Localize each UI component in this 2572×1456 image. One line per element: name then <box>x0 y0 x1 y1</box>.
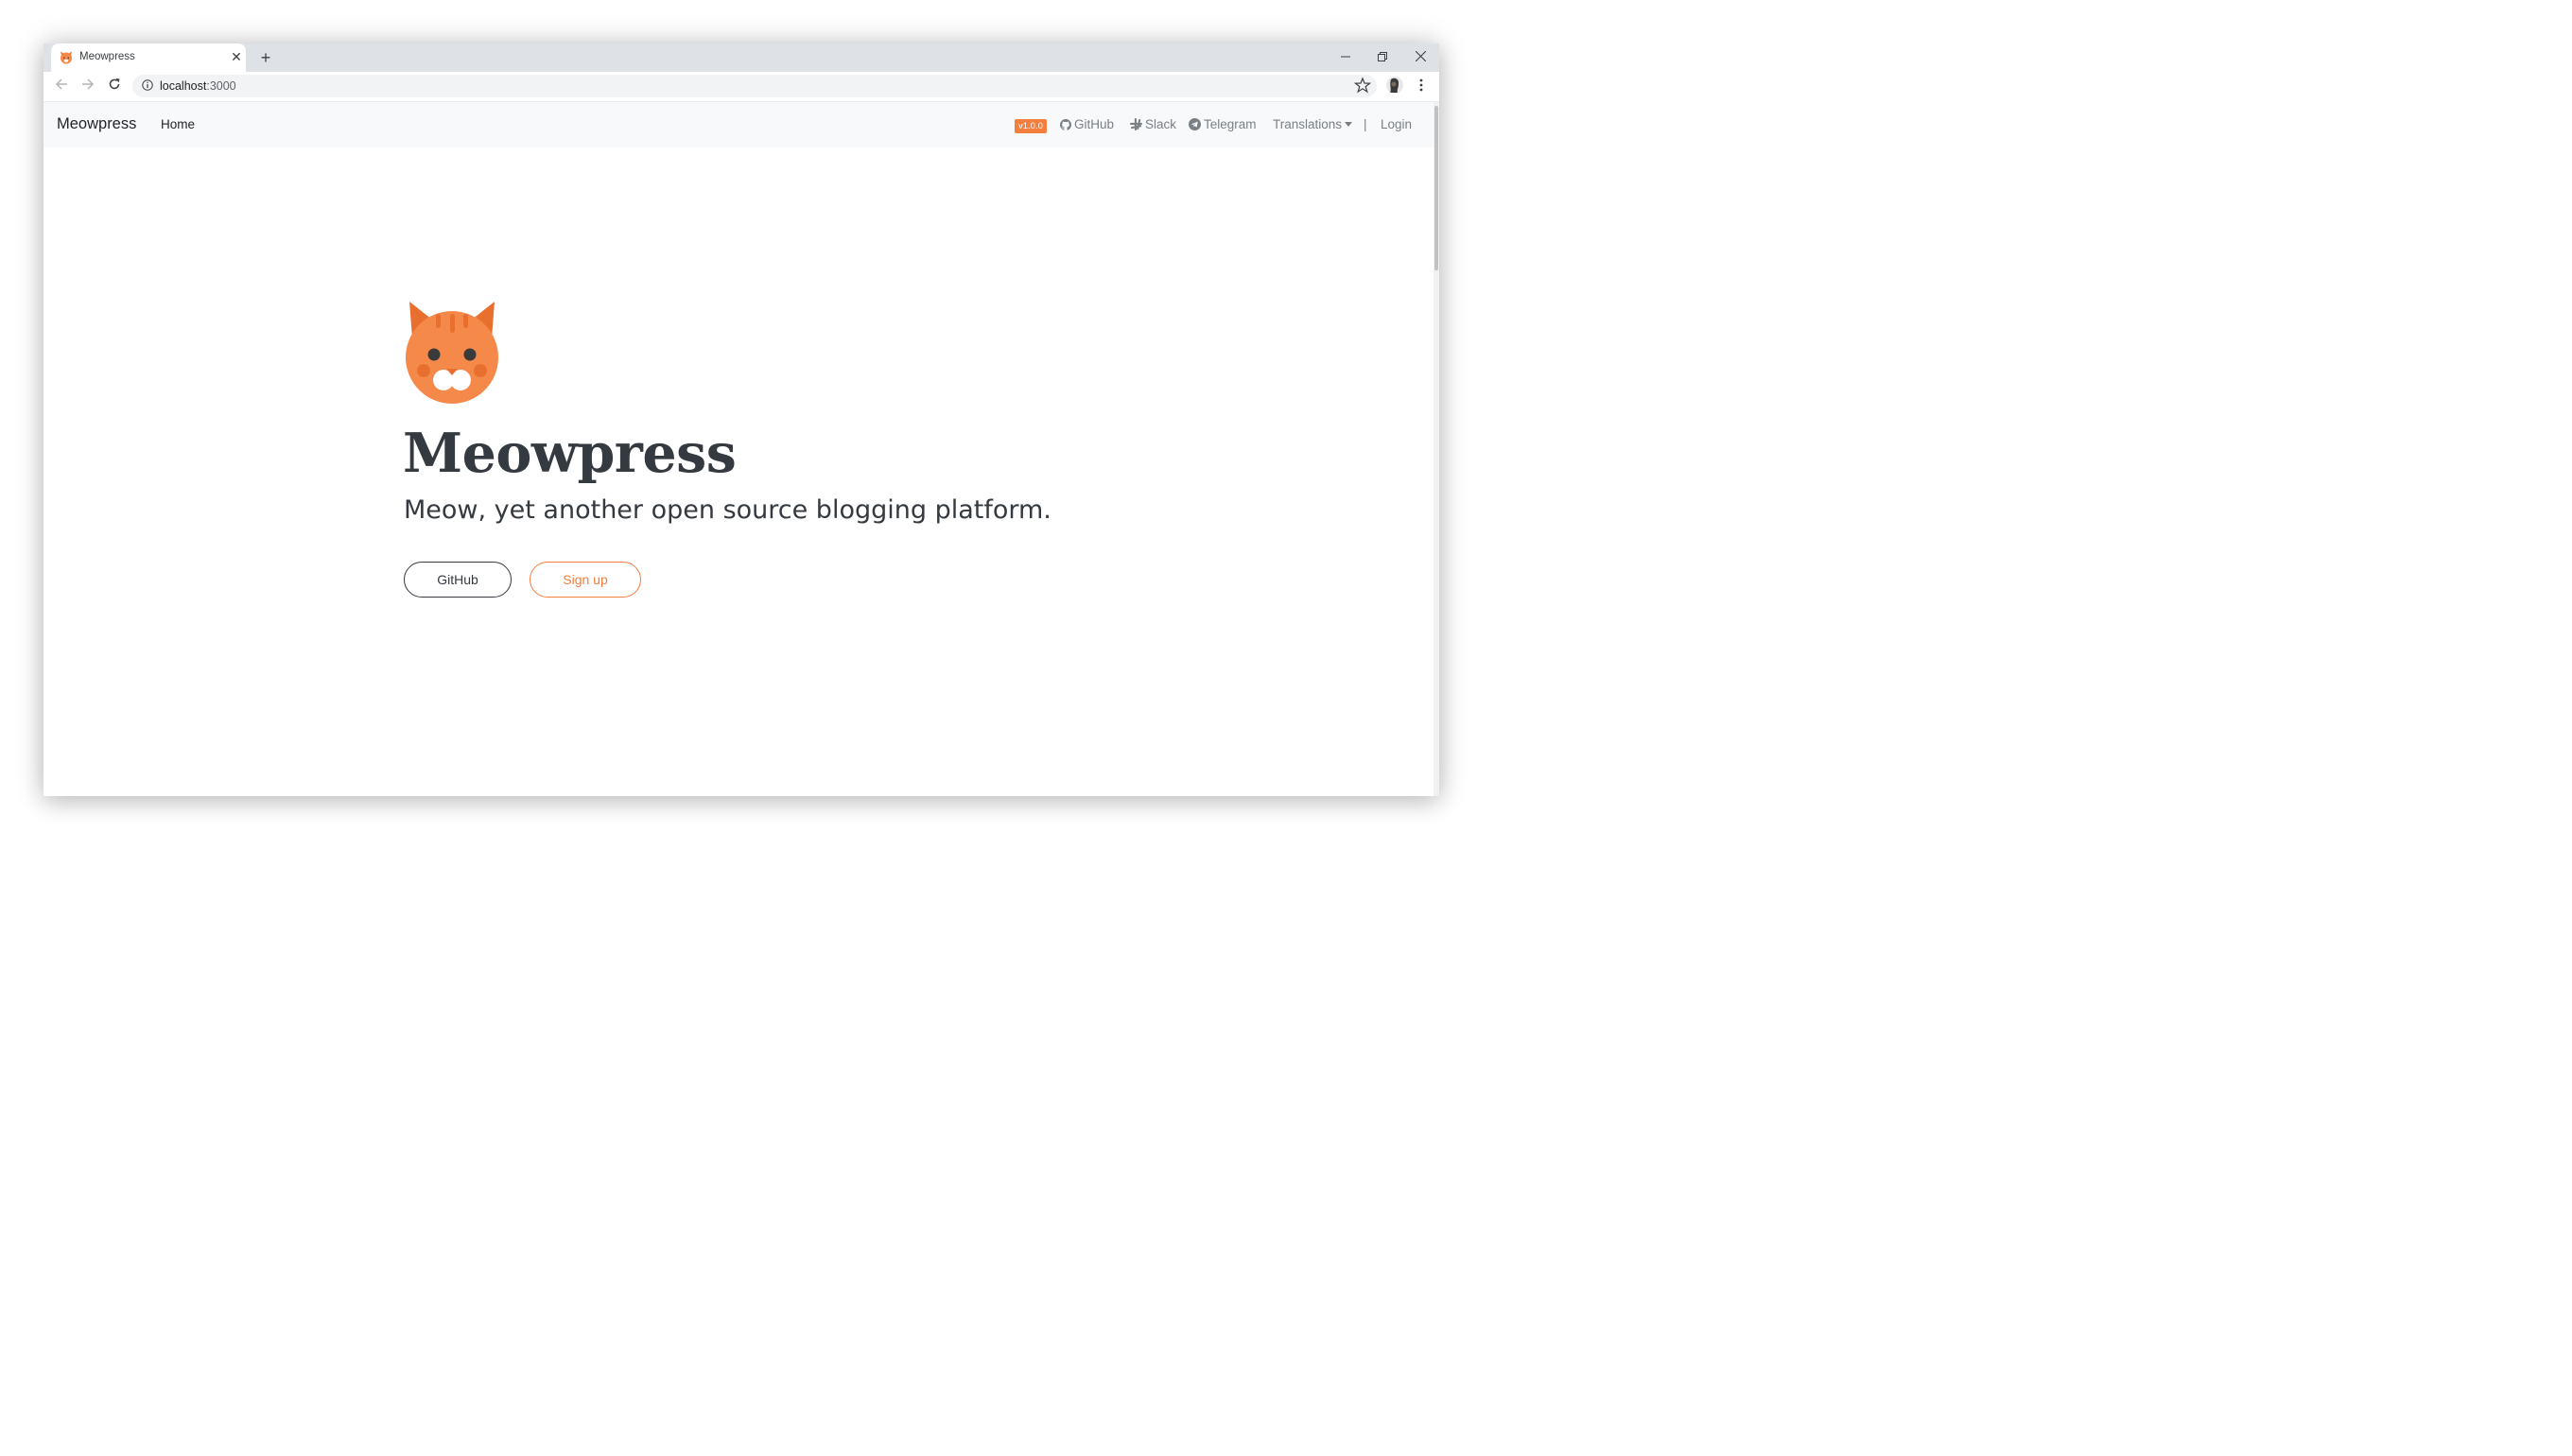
address-bar[interactable]: localhost:3000 <box>132 75 1377 97</box>
profile-avatar[interactable] <box>1386 77 1403 94</box>
reload-icon[interactable] <box>105 78 124 96</box>
star-icon[interactable] <box>1354 77 1371 94</box>
nav-telegram-label: Telegram <box>1204 117 1257 131</box>
forward-icon[interactable] <box>78 78 97 96</box>
title-bar: Meowpress ✕ + <box>43 43 1439 72</box>
browser-toolbar: localhost:3000 <box>43 72 1439 102</box>
tab-title: Meowpress <box>79 51 135 62</box>
signup-button[interactable]: Sign up <box>530 562 641 598</box>
browser-tab[interactable]: Meowpress ✕ <box>51 43 246 72</box>
page-viewport: Meowpress Home v1.0.0 GitHub Slack Teleg… <box>43 102 1439 796</box>
slack-icon <box>1130 118 1142 130</box>
nav-link-login[interactable]: Login <box>1381 117 1412 131</box>
window-close-icon[interactable] <box>1407 46 1434 69</box>
url-port: :3000 <box>206 79 236 93</box>
site-navbar: Meowpress Home v1.0.0 GitHub Slack Teleg… <box>43 102 1434 147</box>
browser-window: Meowpress ✕ + localhost:3000 Meowpress H… <box>43 43 1439 796</box>
version-badge: v1.0.0 <box>1015 119 1047 133</box>
nav-separator: | <box>1364 117 1367 131</box>
scrollbar-thumb[interactable] <box>1434 106 1438 270</box>
plus-icon[interactable]: + <box>256 48 275 67</box>
url-host: localhost <box>160 79 207 93</box>
hero-subtitle: Meow, yet another open source blogging p… <box>404 495 1051 525</box>
github-icon <box>1060 119 1071 130</box>
minimize-icon[interactable] <box>1332 46 1359 69</box>
url-text: localhost:3000 <box>160 79 236 93</box>
vertical-scrollbar[interactable] <box>1434 102 1439 796</box>
kebab-menu-icon[interactable] <box>1415 77 1428 94</box>
hero-title: Meowpress <box>403 422 737 485</box>
github-button[interactable]: GitHub <box>404 562 512 598</box>
nav-translations-label: Translations <box>1273 117 1343 131</box>
restore-icon[interactable] <box>1369 46 1396 69</box>
nav-github-label: GitHub <box>1074 117 1115 131</box>
cat-logo-icon <box>406 302 498 404</box>
navbar-brand[interactable]: Meowpress <box>57 115 136 133</box>
close-icon[interactable]: ✕ <box>229 49 244 64</box>
nav-slack-label: Slack <box>1145 117 1177 131</box>
cat-favicon-icon <box>61 51 72 64</box>
nav-link-slack[interactable]: Slack <box>1130 117 1176 131</box>
telegram-icon <box>1189 118 1201 130</box>
caret-down-icon <box>1345 122 1353 127</box>
nav-link-home[interactable]: Home <box>161 117 195 131</box>
nav-link-github[interactable]: GitHub <box>1060 117 1114 131</box>
screenshot-stage: Meowpress ✕ + localhost:3000 Meowpress H… <box>0 0 1483 839</box>
back-icon[interactable] <box>52 78 71 96</box>
info-icon[interactable] <box>142 79 153 91</box>
nav-dropdown-translations[interactable]: Translations <box>1273 117 1353 131</box>
nav-link-telegram[interactable]: Telegram <box>1189 117 1257 131</box>
